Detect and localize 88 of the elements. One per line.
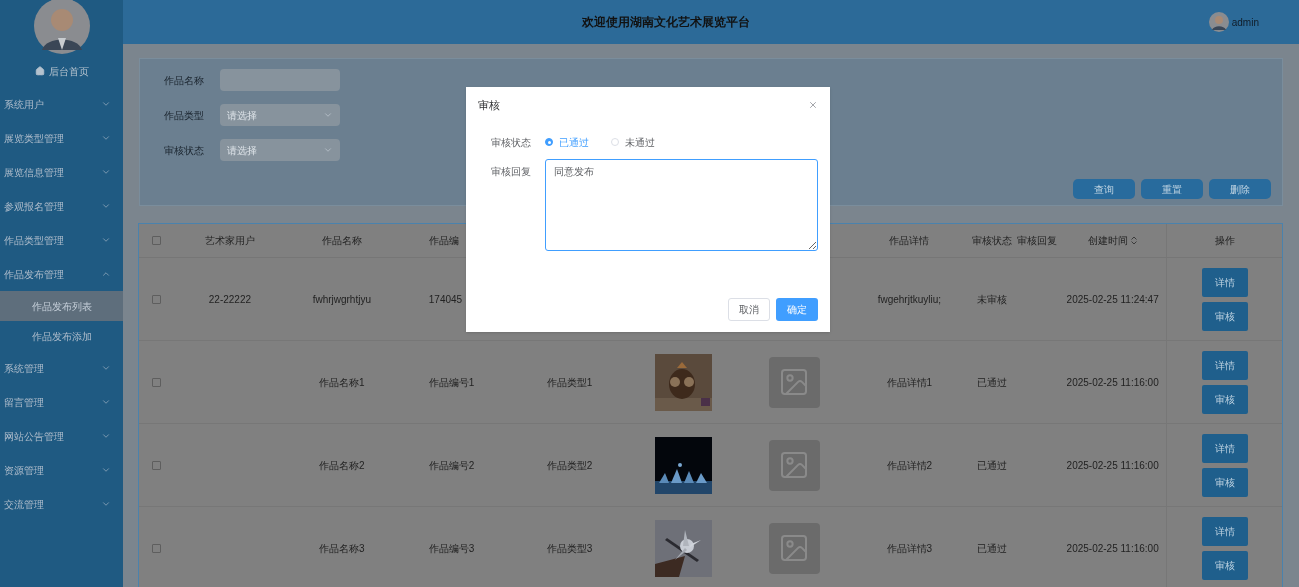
sidebar-item[interactable]: 资源管理 [0, 453, 123, 487]
field-label: 审核状态 [164, 143, 205, 158]
column-header: 创建时间 [1088, 234, 1129, 248]
home-icon [34, 66, 45, 76]
avatar [33, 0, 90, 54]
row-checkbox[interactable] [152, 543, 162, 553]
table-cell-text: 22-22222 [208, 292, 252, 307]
table-cell-text: 作品类型3 [546, 541, 593, 556]
select-field[interactable]: 请选择 [220, 104, 340, 126]
reply-field[interactable]: 同意发布 [545, 159, 818, 251]
row-checkbox[interactable] [152, 460, 162, 470]
sidebar-item[interactable]: 交流管理 [0, 487, 123, 521]
table-cell-text: 作品详情2 [886, 458, 933, 473]
sidebar-item[interactable]: 参观报名管理 [0, 189, 123, 223]
table-cell-text: 已通过 [976, 541, 1007, 556]
form-label: 审核回复 [490, 165, 532, 179]
column-header: 作品详情 [889, 234, 930, 248]
chevron-down-icon [323, 145, 333, 155]
dialog-title: 审核 [478, 97, 500, 113]
table-cell-text: 已通过 [976, 375, 1007, 390]
row-action-button[interactable]: 审核 [1201, 467, 1248, 497]
table-cell-text: 作品类型1 [546, 375, 593, 390]
submenu-item[interactable]: 作品发布添加 [0, 321, 123, 351]
sidebar-item[interactable]: 系统管理 [0, 351, 123, 385]
sort-icon[interactable] [1131, 236, 1138, 245]
table-cell-text: 作品名称2 [319, 458, 365, 473]
action-button[interactable]: 删除 [1209, 179, 1271, 199]
action-button[interactable]: 重置 [1141, 179, 1203, 199]
table-cell-text: 作品编号3 [428, 541, 475, 556]
table-cell-text: fwhrjwgrhtjyu [312, 292, 371, 307]
row-action-button[interactable]: 详情 [1201, 267, 1248, 297]
field-label: 作品名称 [164, 73, 205, 88]
radio-option[interactable]: 未通过 [611, 134, 655, 150]
row-checkbox[interactable] [152, 377, 162, 387]
sidebar-item[interactable]: 留言管理 [0, 385, 123, 419]
row-action-button[interactable]: 审核 [1201, 550, 1248, 580]
table-cell-text: 作品编号2 [428, 458, 475, 473]
table-cell-text: 作品详情3 [886, 541, 933, 556]
sidebar-item[interactable]: 展览信息管理 [0, 155, 123, 189]
chevron-down-icon [323, 110, 333, 120]
table-cell-text: 2025-02-25 11:16:00 [1066, 541, 1159, 556]
sidebar-item[interactable]: 作品发布管理 [0, 257, 123, 291]
page-title: 欢迎使用湖南文化艺术展览平台 [580, 14, 751, 31]
table-cell-text: 作品详情1 [886, 375, 933, 390]
dialog-button[interactable]: 确定 [776, 298, 818, 321]
row-action-button[interactable]: 详情 [1201, 350, 1248, 380]
table-cell-text: 作品名称1 [319, 375, 365, 390]
sidebar-item[interactable]: 网站公告管理 [0, 419, 123, 453]
sidebar-item[interactable]: 系统用户 [0, 87, 123, 121]
column-header: 操作 [1214, 234, 1235, 248]
table-cell-text: 2025-02-25 11:24:47 [1066, 292, 1159, 307]
row-action-button[interactable]: 详情 [1201, 516, 1248, 546]
table-cell-text: 已通过 [976, 458, 1007, 473]
table-cell-text: fwgehrjtkuyliu; [877, 292, 941, 307]
row-action-button[interactable]: 审核 [1201, 384, 1248, 414]
image-placeholder-icon [768, 522, 820, 574]
sidebar-item[interactable]: 作品类型管理 [0, 223, 123, 257]
submenu-item[interactable]: 作品发布列表 [0, 291, 123, 321]
select-field[interactable]: 请选择 [220, 139, 340, 161]
table-cell-text: 作品编号1 [428, 375, 475, 390]
column-header: 艺术家用户 [204, 234, 255, 248]
column-header: 作品名称 [321, 234, 362, 248]
column-header: 审核状态 [971, 234, 1012, 248]
table-cell-text: 2025-02-25 11:16:00 [1066, 375, 1159, 390]
close-icon[interactable] [808, 100, 818, 110]
column-header: 作品编 [428, 234, 459, 248]
username[interactable]: admin [1231, 14, 1259, 30]
table-cell-text: 2025-02-25 11:16:00 [1066, 458, 1159, 473]
table-cell-text: 未审核 [976, 292, 1007, 307]
image-placeholder-icon [768, 356, 820, 408]
row-checkbox[interactable] [152, 294, 162, 304]
field-label: 作品类型 [164, 108, 205, 123]
home-link[interactable]: 后台首页 [48, 63, 89, 79]
table-cell-text: 作品类型2 [546, 458, 593, 473]
select-all-checkbox[interactable] [152, 236, 162, 245]
sidebar-item[interactable]: 展览类型管理 [0, 121, 123, 155]
table-cell-text: 作品名称3 [319, 541, 365, 556]
table-cell-text: 174045 [428, 292, 463, 307]
dialog-button[interactable]: 取消 [728, 298, 770, 321]
image-placeholder-icon [768, 439, 820, 491]
input-field[interactable] [220, 69, 340, 91]
row-action-button[interactable]: 审核 [1201, 301, 1248, 331]
action-button[interactable]: 查询 [1073, 179, 1135, 199]
row-action-button[interactable]: 详情 [1201, 433, 1248, 463]
column-header: 审核回复 [1016, 234, 1057, 248]
radio-option[interactable]: 已通过 [545, 134, 589, 150]
user-avatar [1208, 12, 1229, 32]
form-label: 审核状态 [490, 135, 532, 150]
